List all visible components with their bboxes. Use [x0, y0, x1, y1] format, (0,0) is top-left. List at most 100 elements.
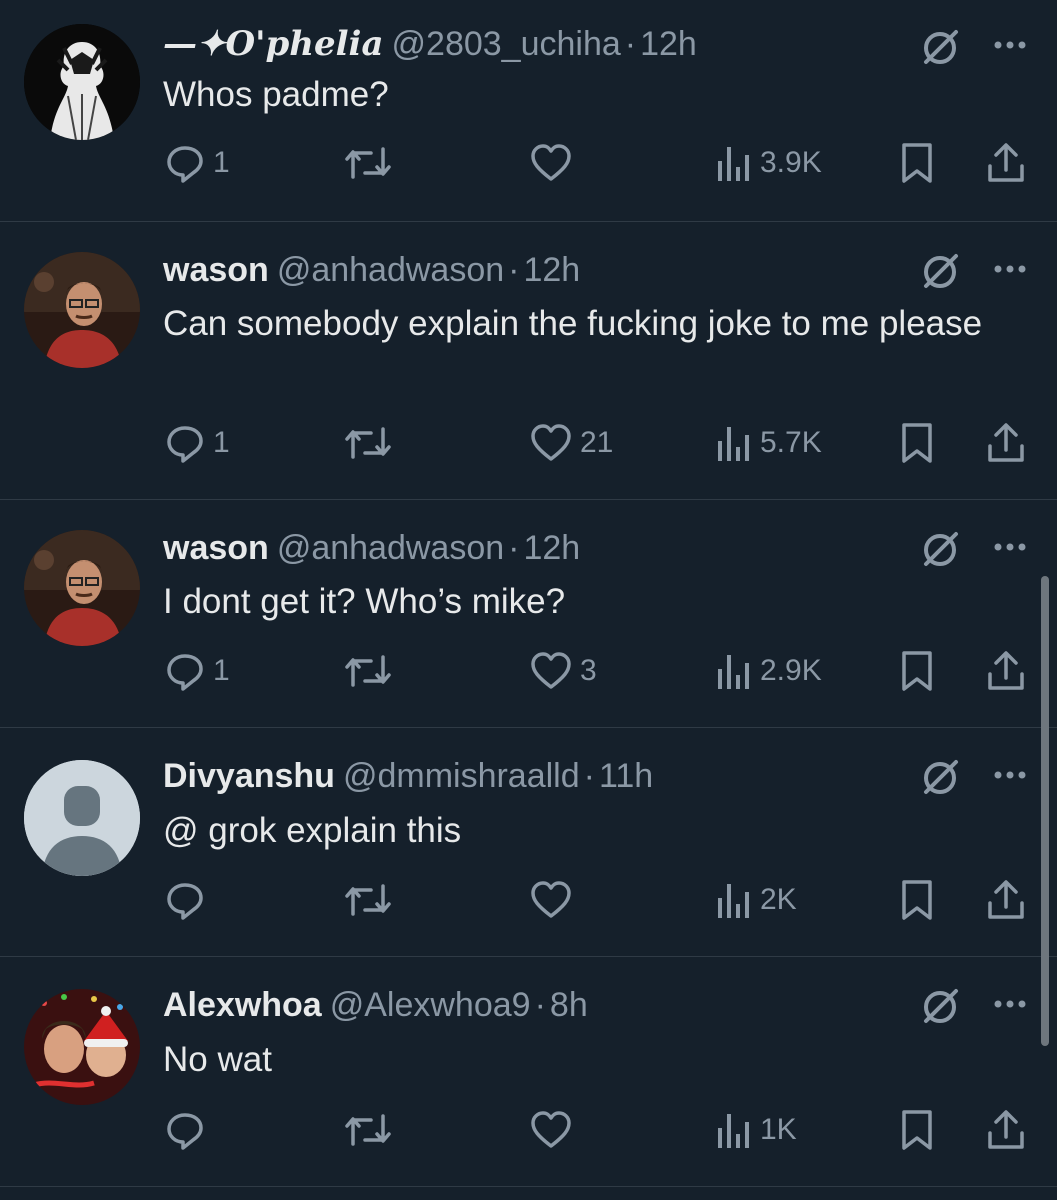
- user-handle[interactable]: @Alexwhoa9: [330, 986, 531, 1024]
- grok-icon[interactable]: [920, 252, 960, 292]
- like-button[interactable]: 3: [530, 646, 597, 696]
- views-icon: [718, 1114, 749, 1148]
- grok-icon[interactable]: [920, 28, 960, 68]
- separator-dot: ·: [583, 757, 595, 795]
- timestamp[interactable]: 11h: [599, 757, 653, 795]
- separator-dot: ·: [534, 986, 546, 1024]
- heart-icon: [531, 424, 571, 461]
- bookmark-button[interactable]: [900, 418, 934, 468]
- view-count: 1K: [760, 1113, 797, 1146]
- bookmark-icon: [902, 651, 932, 691]
- like-button[interactable]: 21: [530, 418, 613, 468]
- scrollbar[interactable]: [1041, 576, 1049, 1046]
- tweet-text: No wat: [163, 1040, 272, 1079]
- reply-icon: [167, 146, 203, 183]
- retweet-button[interactable]: [343, 418, 401, 468]
- bookmark-button[interactable]: [900, 1105, 934, 1155]
- display-name[interactable]: wason: [163, 251, 269, 289]
- avatar[interactable]: [24, 760, 140, 876]
- share-button[interactable]: [986, 1105, 1026, 1155]
- retweet-button[interactable]: [343, 138, 401, 188]
- user-handle[interactable]: @dmmishraalld: [343, 757, 580, 795]
- avatar[interactable]: [24, 989, 140, 1105]
- grok-icon[interactable]: [920, 758, 960, 798]
- share-icon: [988, 423, 1024, 462]
- reply-count: 1: [213, 146, 230, 179]
- display-name[interactable]: wason: [163, 529, 269, 567]
- view-count: 5.7K: [760, 426, 822, 459]
- like-button[interactable]: [530, 1105, 580, 1155]
- action-bar: 1 3.9K: [0, 138, 1057, 188]
- view-count: 2.9K: [760, 654, 822, 687]
- tweet-text: I dont get it? Who’s mike?: [163, 582, 566, 621]
- display-name[interactable]: Alexwhoa: [163, 986, 322, 1024]
- action-bar: 2K: [0, 875, 1057, 925]
- tweet[interactable]: Divyanshu @dmmishraalld · 11h @ grok explai…: [0, 728, 1057, 957]
- tweet[interactable]: wason @anhadwason · 12h Can somebody explai…: [0, 222, 1057, 500]
- reply-icon: [167, 883, 203, 920]
- reply-icon: [167, 1113, 203, 1150]
- share-icon: [988, 880, 1024, 919]
- separator-dot: ·: [508, 251, 520, 289]
- retweet-button[interactable]: [343, 646, 401, 696]
- views-button[interactable]: 2K: [716, 875, 797, 925]
- timestamp[interactable]: 12h: [523, 251, 580, 289]
- reply-icon: [167, 654, 203, 691]
- views-button[interactable]: 3.9K: [716, 138, 822, 188]
- bookmark-icon: [902, 423, 932, 463]
- retweet-icon: [345, 1114, 391, 1146]
- reply-button[interactable]: [165, 1105, 213, 1155]
- tweet[interactable]: wason @anhadwason · 12h I dont get it? Who’…: [0, 500, 1057, 728]
- bookmark-button[interactable]: [900, 646, 934, 696]
- grok-icon[interactable]: [920, 530, 960, 570]
- reply-button[interactable]: [165, 875, 213, 925]
- retweet-button[interactable]: [343, 1105, 401, 1155]
- bookmark-icon: [902, 880, 932, 920]
- share-button[interactable]: [986, 418, 1026, 468]
- reply-button[interactable]: 1: [165, 646, 230, 696]
- share-icon: [988, 1110, 1024, 1149]
- share-button[interactable]: [986, 646, 1026, 696]
- views-button[interactable]: 2.9K: [716, 646, 822, 696]
- share-button[interactable]: [986, 138, 1026, 188]
- bookmark-icon: [902, 1110, 932, 1150]
- more-icon[interactable]: [990, 30, 1030, 60]
- like-button[interactable]: [530, 875, 580, 925]
- bookmark-button[interactable]: [900, 138, 934, 188]
- tweet[interactable]: —✦O'phelia @2803_uchiha · 12h Whos padme? 1…: [0, 0, 1057, 222]
- share-button[interactable]: [986, 875, 1026, 925]
- bookmark-button[interactable]: [900, 875, 934, 925]
- view-count: 2K: [760, 883, 797, 916]
- reply-button[interactable]: 1: [165, 418, 230, 468]
- timestamp[interactable]: 8h: [550, 986, 588, 1024]
- user-handle[interactable]: @2803_uchiha: [392, 25, 621, 63]
- more-icon[interactable]: [990, 254, 1030, 284]
- retweet-button[interactable]: [343, 875, 401, 925]
- avatar[interactable]: [24, 530, 140, 646]
- avatar[interactable]: [24, 252, 140, 368]
- action-bar: 1 21 5.7K: [0, 418, 1057, 468]
- display-name[interactable]: Divyanshu: [163, 757, 335, 795]
- tweet-text: Can somebody explain the fucking joke to…: [163, 304, 983, 343]
- user-handle[interactable]: @anhadwason: [277, 529, 504, 567]
- more-icon[interactable]: [990, 760, 1030, 790]
- reply-button[interactable]: 1: [165, 138, 230, 188]
- views-button[interactable]: 1K: [716, 1105, 797, 1155]
- reply-count: 1: [213, 426, 230, 459]
- views-icon: [718, 147, 749, 181]
- heart-icon: [531, 144, 571, 181]
- like-button[interactable]: [530, 138, 580, 188]
- more-icon[interactable]: [990, 989, 1030, 1019]
- timestamp[interactable]: 12h: [523, 529, 580, 567]
- display-name[interactable]: —✦O'phelia: [163, 24, 384, 64]
- grok-icon[interactable]: [920, 987, 960, 1027]
- views-icon: [718, 427, 749, 461]
- timestamp[interactable]: 12h: [640, 25, 697, 63]
- user-handle[interactable]: @anhadwason: [277, 251, 504, 289]
- tweet[interactable]: Alexwhoa @Alexwhoa9 · 8h No wat 1K: [0, 957, 1057, 1187]
- views-icon: [718, 655, 749, 689]
- share-icon: [988, 651, 1024, 690]
- avatar[interactable]: [24, 24, 140, 140]
- views-button[interactable]: 5.7K: [716, 418, 822, 468]
- more-icon[interactable]: [990, 532, 1030, 562]
